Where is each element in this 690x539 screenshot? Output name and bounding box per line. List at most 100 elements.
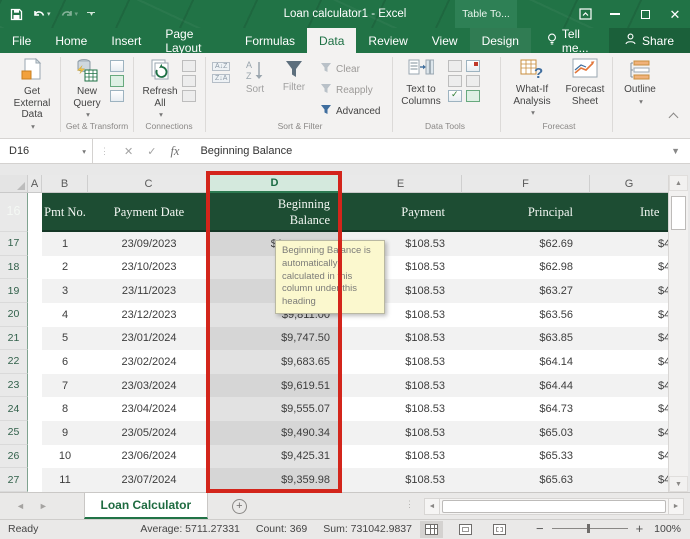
row-number[interactable]: 21	[0, 326, 28, 351]
cell-payment-date[interactable]: 23/05/2024	[88, 421, 210, 445]
header-payment[interactable]: Payment	[340, 193, 462, 232]
cell-payment-date[interactable]: 23/09/2023	[88, 232, 210, 256]
row-number[interactable]: 18	[0, 255, 28, 280]
ribbon-display-options-icon[interactable]	[570, 0, 600, 28]
cell-principal[interactable]: $64.14	[462, 350, 590, 374]
cell-interest[interactable]: $4	[590, 397, 668, 421]
enter-icon[interactable]: ✓	[140, 145, 163, 158]
cell-principal[interactable]: $64.44	[462, 374, 590, 398]
cell-beginning-balance[interactable]: $9,619.51	[210, 373, 340, 398]
cell-payment-date[interactable]: 23/01/2024	[88, 327, 210, 351]
collapse-ribbon-icon[interactable]	[669, 111, 678, 120]
scroll-down-icon[interactable]: ▼	[669, 476, 688, 492]
tab-insert[interactable]: Insert	[99, 28, 153, 53]
cell-payment-date[interactable]: 23/06/2024	[88, 445, 210, 469]
customize-qat-icon[interactable]: ▾	[87, 11, 96, 18]
name-box[interactable]: D16 ▾	[0, 139, 93, 163]
sort-az-icon[interactable]: A↓Z	[212, 62, 231, 71]
connections-icon[interactable]	[182, 60, 196, 72]
row-number[interactable]: 17	[0, 232, 28, 256]
cell-a[interactable]	[28, 327, 42, 351]
page-layout-view-button[interactable]	[454, 521, 477, 538]
cell-interest[interactable]: $4	[590, 279, 668, 303]
consolidate-icon[interactable]	[466, 75, 480, 87]
header-principal[interactable]: Principal	[462, 193, 590, 232]
tab-review[interactable]: Review	[356, 28, 419, 53]
name-box-dropdown-icon[interactable]: ▾	[82, 147, 86, 156]
cell-principal[interactable]: $65.63	[462, 468, 590, 492]
refresh-all-button[interactable]: Refresh All ▾	[139, 58, 181, 120]
column-header-b[interactable]: B	[42, 175, 88, 193]
cell-a[interactable]	[28, 350, 42, 374]
vertical-scroll-thumb[interactable]	[671, 196, 686, 230]
cell-a[interactable]	[28, 374, 42, 398]
sheet-tab-loan-calculator[interactable]: Loan Calculator	[83, 493, 208, 519]
zoom-level[interactable]: 100%	[654, 523, 681, 535]
scroll-right-icon[interactable]: ►	[668, 497, 684, 515]
insert-function-icon[interactable]: fx	[163, 144, 186, 159]
cell-a[interactable]	[28, 279, 42, 303]
cell-pmt-no[interactable]: 2	[42, 256, 88, 280]
cell-payment-date[interactable]: 23/10/2023	[88, 256, 210, 280]
cell-interest[interactable]: $4	[590, 421, 668, 445]
remove-duplicates-icon[interactable]	[466, 60, 480, 72]
cell-payment[interactable]: $108.53	[340, 374, 462, 398]
cell-payment[interactable]: $108.53	[340, 421, 462, 445]
cell-a[interactable]	[28, 303, 42, 327]
cell-interest[interactable]: $4	[590, 327, 668, 351]
cell-beginning-balance[interactable]: $9,490.34	[210, 421, 340, 445]
sort-za-icon[interactable]: Z↓A	[212, 74, 231, 83]
row-number[interactable]: 16	[0, 193, 28, 232]
zoom-slider[interactable]	[551, 524, 628, 533]
share-button[interactable]: Share	[608, 28, 690, 53]
cell-principal[interactable]: $62.98	[462, 256, 590, 280]
cell-a[interactable]	[28, 397, 42, 421]
cell-principal[interactable]: $65.03	[462, 421, 590, 445]
row-number[interactable]: 20	[0, 302, 28, 327]
cell-beginning-balance[interactable]: $9,683.65	[210, 350, 340, 374]
cell-payment-date[interactable]: 23/04/2024	[88, 397, 210, 421]
cell-payment[interactable]: $108.53	[340, 397, 462, 421]
show-queries-icon[interactable]	[110, 60, 124, 72]
header-interest[interactable]: Inte	[590, 193, 668, 232]
formula-content[interactable]: Beginning Balance	[200, 145, 292, 157]
cell-principal[interactable]: $63.56	[462, 303, 590, 327]
cell-payment-date[interactable]: 23/02/2024	[88, 350, 210, 374]
row-number[interactable]: 26	[0, 444, 28, 469]
header-pmt-no[interactable]: Pmt No.	[42, 193, 88, 232]
minimize-button[interactable]	[600, 0, 630, 28]
cell-pmt-no[interactable]: 6	[42, 350, 88, 374]
cell-principal[interactable]: $63.85	[462, 327, 590, 351]
cell-pmt-no[interactable]: 4	[42, 303, 88, 327]
new-sheet-icon[interactable]: +	[231, 498, 247, 514]
row-number[interactable]: 25	[0, 421, 28, 445]
row-number[interactable]: 27	[0, 468, 28, 492]
tab-design[interactable]: Design	[469, 28, 531, 53]
cell-interest[interactable]: $4	[590, 303, 668, 327]
cell-payment[interactable]: $108.53	[340, 327, 462, 351]
expand-formula-bar-icon[interactable]: ▼	[671, 146, 680, 156]
cell-beginning-balance[interactable]: $9,555.07	[210, 397, 340, 421]
tab-formulas[interactable]: Formulas	[233, 28, 307, 53]
manage-data-model-icon[interactable]	[466, 90, 480, 102]
cell-pmt-no[interactable]: 5	[42, 327, 88, 351]
cell-a[interactable]	[28, 445, 42, 469]
clear-filter-button[interactable]: Clear	[320, 62, 360, 76]
sort-button[interactable]: AZ Sort	[238, 58, 272, 96]
zoom-in-icon[interactable]: +	[636, 522, 644, 535]
column-header-e[interactable]: E	[340, 175, 462, 193]
what-if-analysis-button[interactable]: ? What-If Analysis ▾	[508, 58, 556, 118]
header-beginning-balance[interactable]: Beginning Balance	[210, 193, 340, 232]
tab-data[interactable]: Data	[307, 28, 357, 53]
row-number[interactable]: 24	[0, 397, 28, 421]
cell-interest[interactable]: $4	[590, 374, 668, 398]
sheet-nav-right-icon[interactable]: ►	[39, 501, 48, 511]
cell-pmt-no[interactable]: 10	[42, 445, 88, 469]
advanced-filter-button[interactable]: Advanced	[320, 104, 380, 118]
get-external-data-button[interactable]: Get External Data ▾	[6, 58, 58, 131]
cell-principal[interactable]: $62.69	[462, 232, 590, 256]
save-icon[interactable]	[10, 8, 23, 21]
cancel-icon[interactable]: ✕	[117, 145, 140, 158]
column-header-g[interactable]: G	[590, 175, 668, 193]
cell-beginning-balance[interactable]: $9,747.50	[210, 326, 340, 351]
